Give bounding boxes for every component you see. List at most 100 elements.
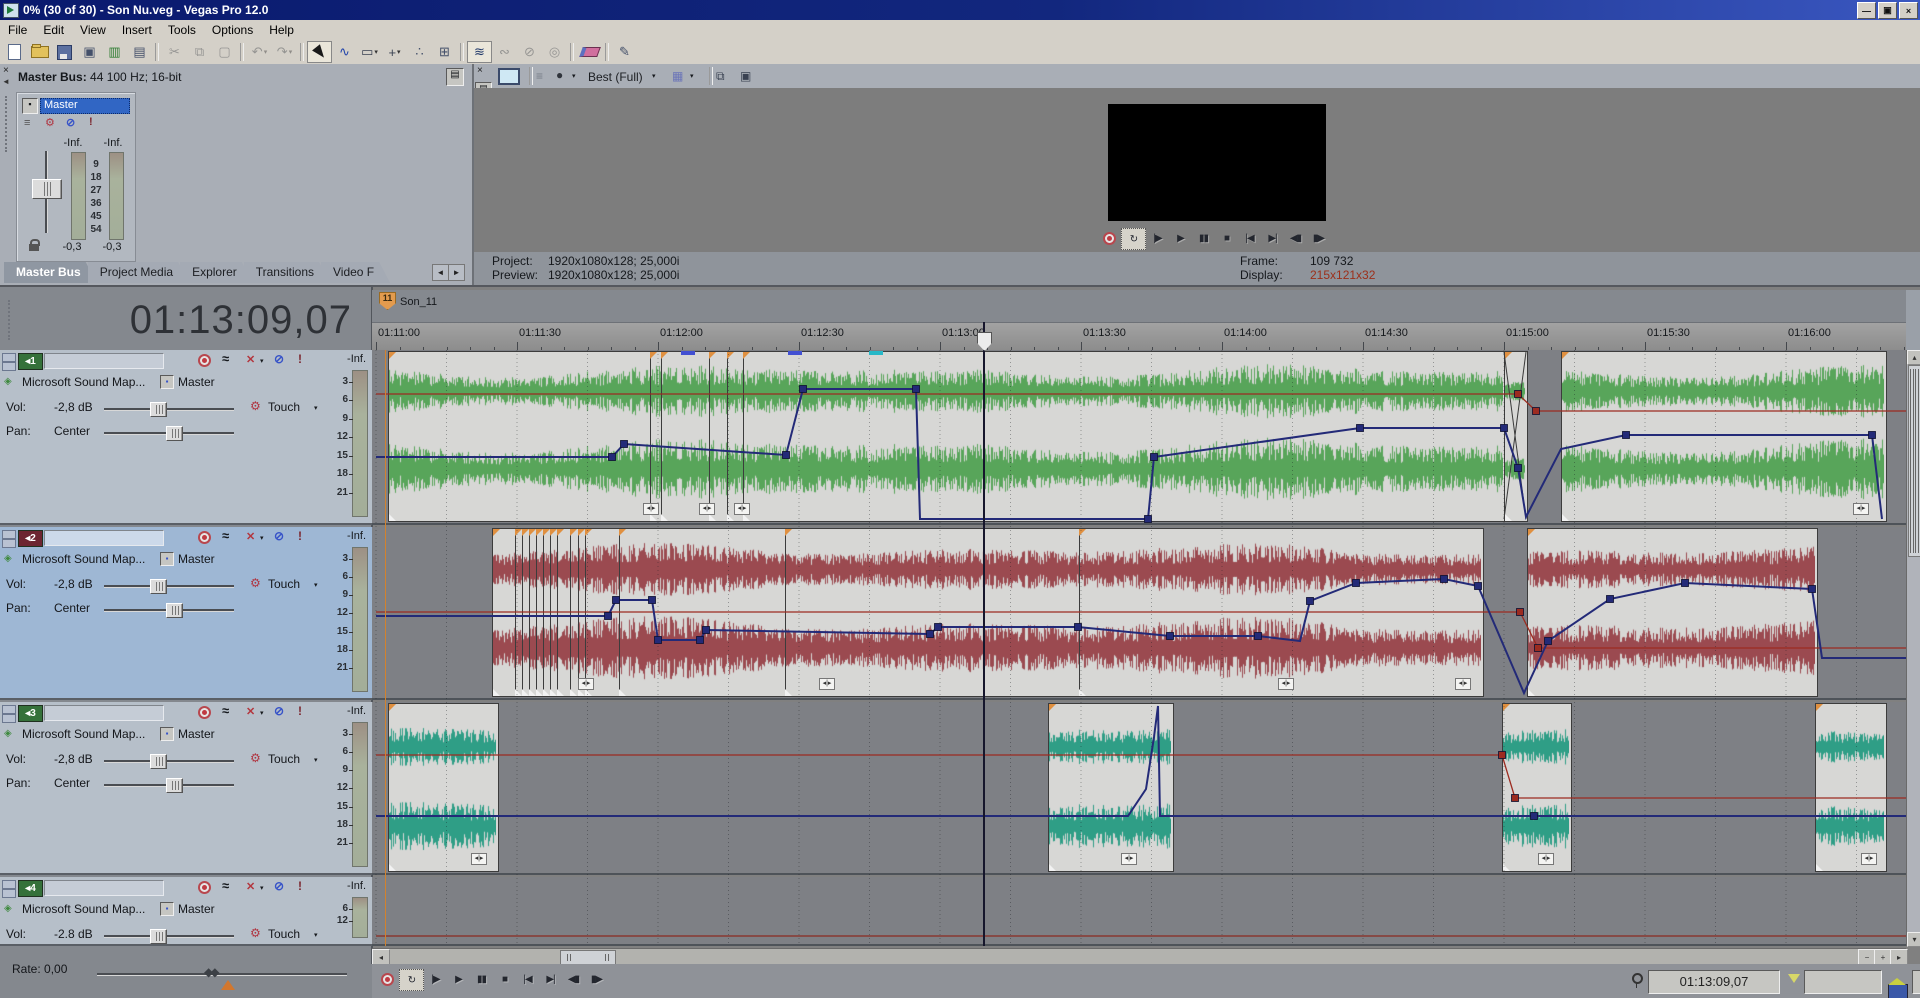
import-media-button[interactable]: ▥ [102, 41, 127, 63]
mute-button[interactable]: ✕ [246, 705, 255, 718]
edit-details-button[interactable]: ▤ [127, 41, 152, 63]
vol-slider-handle[interactable] [150, 402, 167, 417]
overlays-grid-icon[interactable]: ▦ [672, 69, 683, 83]
device-name-label[interactable]: Microsoft Sound Map... [22, 727, 156, 741]
audio-event[interactable] [1504, 351, 1528, 522]
previous-frame-button[interactable]: ◀▮ [562, 969, 585, 989]
fade-corner-icon[interactable] [389, 352, 396, 359]
big-timecode-display[interactable]: 01:13:09,07 [10, 298, 352, 344]
fade-corner-icon[interactable] [578, 529, 585, 536]
pan-value[interactable]: Center [54, 601, 90, 615]
vol-slider-handle[interactable] [150, 929, 167, 944]
panel-grip[interactable] [5, 96, 10, 152]
go-to-start-button[interactable]: |◀ [516, 969, 539, 989]
mute-button[interactable]: ✕ [246, 353, 255, 366]
fade-corner-icon[interactable] [1562, 352, 1569, 359]
scroll-up-button[interactable]: ▴ [1907, 350, 1920, 365]
audio-event[interactable] [1048, 703, 1174, 872]
bus-fx-icon[interactable]: ⚙ [45, 116, 55, 129]
preview-quality-label[interactable]: Best (Full) [588, 70, 643, 84]
redo-button[interactable]: ↷▾ [272, 41, 297, 63]
menu-file[interactable]: File [0, 21, 35, 39]
close-button[interactable]: × [1899, 2, 1918, 19]
fade-corner-icon[interactable] [570, 529, 577, 536]
event-corner-icon[interactable] [1079, 689, 1086, 696]
track-maximize-button[interactable] [2, 714, 16, 723]
pin-panel-icon[interactable]: ◄ [2, 77, 10, 86]
fade-corner-icon[interactable] [727, 352, 734, 359]
event-group-icon[interactable]: ◂|▸ [1861, 853, 1877, 865]
group-events-button[interactable]: ∴ [407, 41, 432, 63]
event-corner-icon[interactable] [389, 514, 396, 521]
tab-transitions[interactable]: Transitions [244, 262, 330, 283]
fade-corner-icon[interactable] [522, 529, 529, 536]
track-number-badge[interactable]: ◂4 [18, 880, 43, 897]
event-corner-icon[interactable] [743, 514, 750, 521]
vol-slider-handle[interactable] [150, 754, 167, 769]
fade-corner-icon[interactable] [493, 529, 500, 536]
pan-value[interactable]: Center [54, 776, 90, 790]
record-button[interactable] [1098, 228, 1121, 248]
time-ruler[interactable]: 01:11:0001:11:3001:12:0001:12:3001:13:00… [372, 322, 1906, 352]
close-preview-icon[interactable]: × [477, 66, 483, 76]
automation-mode-label[interactable]: Touch [268, 577, 300, 591]
bus-assign-button[interactable]: ▪ [160, 902, 174, 916]
track-minimize-button[interactable] [2, 353, 16, 362]
preview-quality-icon[interactable]: ● [556, 68, 563, 82]
event-group-icon[interactable]: ◂|▸ [699, 503, 715, 515]
horizontal-scrollbar[interactable]: ◂ − + ▸ [372, 948, 1906, 965]
go-to-end-button[interactable]: ▶| [1261, 228, 1284, 248]
phase-button[interactable]: ! [298, 879, 302, 893]
fade-corner-icon[interactable] [1049, 704, 1056, 711]
track-motion-button[interactable]: ⊞ [432, 41, 457, 63]
device-chain-icon[interactable]: ◈ [4, 553, 12, 564]
track-content-3[interactable] [372, 702, 1906, 875]
event-corner-icon[interactable] [389, 864, 396, 871]
fade-corner-icon[interactable] [550, 529, 557, 536]
status-timecode-field[interactable]: 01:13:09,07 [1648, 970, 1780, 994]
event-corner-icon[interactable] [1816, 864, 1823, 871]
track-envelope-icon[interactable]: ≈ [222, 351, 229, 366]
event-group-icon[interactable]: ◂|▸ [1538, 853, 1554, 865]
tab-project-media[interactable]: Project Media [88, 262, 189, 283]
phase-button[interactable]: ! [298, 529, 302, 543]
selection-edit-tool-dropdown[interactable]: ▾ [374, 48, 378, 56]
mute-dropdown[interactable]: ▾ [260, 709, 264, 717]
track-minimize-button[interactable] [2, 705, 16, 714]
overlays-dropdown[interactable]: ▾ [690, 72, 694, 80]
scroll-down-button[interactable]: ▾ [1907, 932, 1920, 947]
device-chain-icon[interactable]: ◈ [4, 903, 12, 914]
fade-corner-icon[interactable] [743, 352, 750, 359]
scrollbar-thumb[interactable] [560, 950, 616, 965]
event-corner-icon[interactable] [1528, 689, 1535, 696]
minimize-button[interactable]: — [1857, 2, 1876, 19]
event-corner-icon[interactable] [727, 514, 734, 521]
vscrollbar-thumb[interactable] [1908, 365, 1920, 557]
cut-button[interactable]: ✂ [162, 41, 187, 63]
fade-corner-icon[interactable] [536, 529, 543, 536]
fade-corner-icon[interactable] [661, 352, 668, 359]
automation-dropdown[interactable]: ▾ [314, 756, 318, 764]
mute-button[interactable]: ✕ [246, 880, 255, 893]
audio-event[interactable] [388, 703, 499, 872]
fade-corner-icon[interactable] [619, 529, 626, 536]
solo-button[interactable]: ⊘ [274, 879, 284, 893]
track-number-badge[interactable]: ◂3 [18, 705, 43, 722]
track-name-field[interactable] [44, 353, 164, 369]
automation-gear-icon[interactable]: ⚙ [250, 576, 261, 590]
zoom-tool-button[interactable]: ◎ [542, 41, 567, 63]
fade-corner-icon[interactable] [1816, 704, 1823, 711]
audio-event[interactable] [388, 351, 1506, 522]
automation-dropdown[interactable]: ▾ [314, 931, 318, 939]
event-corner-icon[interactable] [585, 689, 592, 696]
marker-bar[interactable] [372, 290, 1906, 323]
track-maximize-button[interactable] [2, 539, 16, 548]
previous-frame-button[interactable]: ◀▮ [1284, 228, 1307, 248]
automation-gear-icon[interactable]: ⚙ [250, 399, 261, 413]
event-corner-icon[interactable] [529, 689, 536, 696]
play-from-start-button[interactable]: |▶ [1146, 228, 1169, 248]
track-maximize-button[interactable] [2, 889, 16, 898]
track-name-field[interactable] [44, 530, 164, 546]
audio-event[interactable] [1561, 351, 1887, 522]
mute-dropdown[interactable]: ▾ [260, 357, 264, 365]
